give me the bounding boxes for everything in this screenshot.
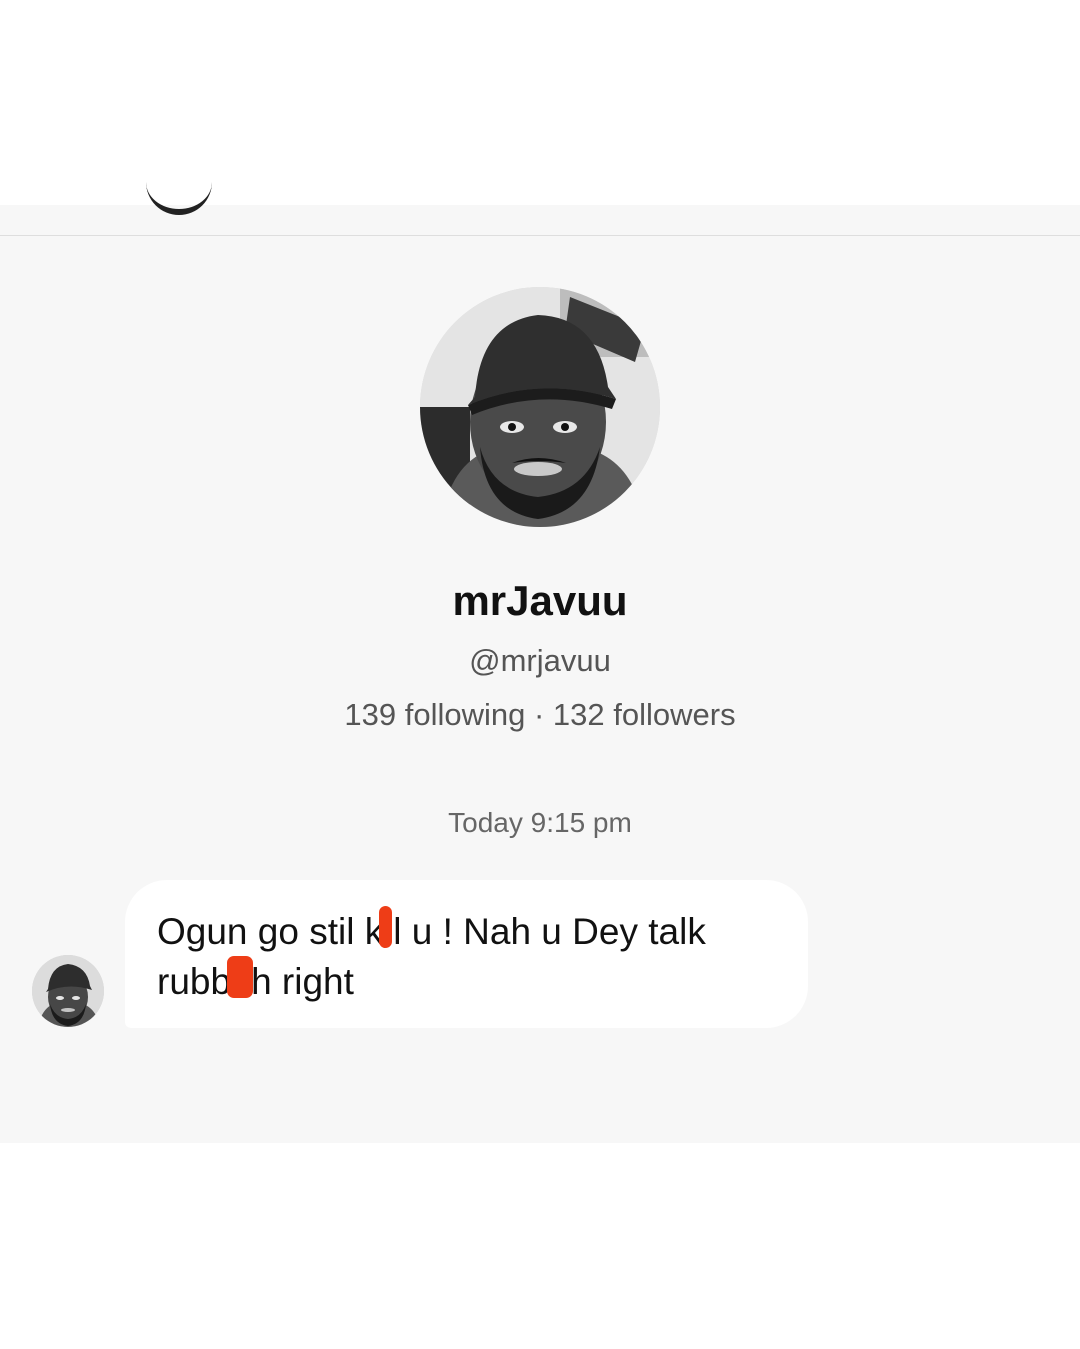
profile-name: mrJavuu xyxy=(452,577,628,624)
message-text: l u ! Nah u Dey talk xyxy=(393,911,706,952)
user-photo-avatar-icon xyxy=(32,955,104,1027)
message-line-1: Ogun go stil kl u ! Nah u Dey talk xyxy=(157,906,778,956)
message-line-2: rubb h right xyxy=(157,956,778,1006)
message-timestamp: Today 9:15 pm xyxy=(448,807,632,838)
message-sender-avatar[interactable] xyxy=(32,955,104,1027)
message-text: rubb xyxy=(157,961,232,1002)
screenshot-frame: mrJavuu @mrjavuu 139 following · 132 fol… xyxy=(0,0,1080,1349)
profile-handle: @mrjavuu xyxy=(469,643,611,678)
user-photo-avatar-icon xyxy=(420,287,660,527)
cropped-avatar-edge xyxy=(146,175,212,215)
cropped-header-avatar xyxy=(146,175,212,215)
chat-screen: mrJavuu @mrjavuu 139 following · 132 fol… xyxy=(0,205,1080,1143)
header-divider xyxy=(0,235,1080,236)
redaction-mark xyxy=(379,906,393,948)
profile-stats[interactable]: 139 following · 132 followers xyxy=(0,697,1080,733)
profile-avatar[interactable] xyxy=(420,287,660,527)
incoming-message-bubble[interactable]: Ogun go stil kl u ! Nah u Dey talk rubb h… xyxy=(125,880,808,1028)
message-text: h right xyxy=(251,961,354,1002)
redaction-mark xyxy=(227,956,254,998)
message-text: Ogun go stil k xyxy=(157,911,384,952)
